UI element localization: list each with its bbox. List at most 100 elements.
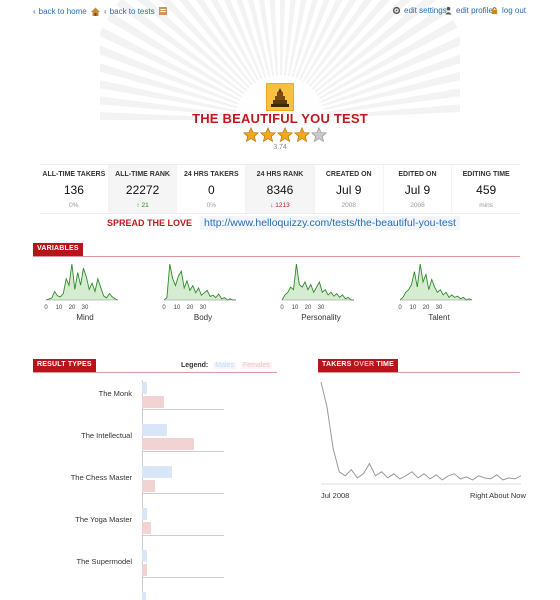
sunburst-ray: [210, 0, 280, 120]
star-filled-icon[interactable]: [294, 127, 310, 143]
stat-cell: EDITING TIME 459 mins: [451, 165, 520, 213]
result-baseline: [142, 535, 224, 536]
result-types-divider: [33, 372, 277, 373]
male-bar: [142, 466, 173, 478]
sunburst-ray: [280, 5, 449, 120]
histogram-tick-label: 30: [318, 305, 325, 311]
male-bar: [142, 508, 147, 520]
male-bar: [142, 424, 168, 436]
takers-line: [320, 381, 522, 481]
log-out-link[interactable]: log out: [490, 6, 526, 15]
stat-subtext: ↓ 1213: [270, 202, 290, 209]
trophy-icon: [266, 83, 294, 111]
share-url-link[interactable]: http://www.helloquizzy.com/tests/the-bea…: [200, 216, 460, 230]
legend-males: Males: [213, 362, 236, 369]
stat-subtext: mins: [479, 202, 494, 209]
star-filled-icon[interactable]: [243, 127, 259, 143]
stat-label: EDITING TIME: [462, 171, 510, 178]
histogram-tick-label: 30: [436, 305, 443, 311]
rating-value: 3.74: [273, 144, 287, 151]
sunburst-ray: [106, 12, 280, 121]
male-bar: [142, 382, 147, 394]
legend: Legend: Males Females: [181, 362, 272, 369]
female-bar: [142, 522, 152, 534]
stat-label: ALL-TIME RANK: [115, 171, 170, 178]
stat-label: 24 HRS RANK: [256, 171, 304, 178]
sunburst-ray: [280, 20, 458, 120]
histogram-tick-label: 0: [398, 305, 402, 311]
stat-subtext: 2008: [341, 202, 356, 209]
result-baseline: [142, 409, 224, 410]
male-bar: [142, 592, 147, 600]
stat-value: 459: [476, 183, 497, 197]
result-baseline: [142, 493, 224, 494]
female-bar: [142, 396, 165, 408]
star-empty-icon[interactable]: [311, 127, 327, 143]
time-axis-start: Jul 2008: [321, 491, 350, 500]
stat-value: 8346: [266, 183, 294, 197]
histogram-tick-label: 0: [44, 305, 48, 311]
takers-over-time-heading: TAKERS OVER TIME: [318, 359, 398, 372]
stat-value: 136: [63, 183, 84, 197]
stat-cell: ALL-TIME TAKERS 136 0%: [40, 165, 108, 213]
takers-divider: [318, 372, 520, 373]
home-icon: [90, 7, 100, 16]
back-to-home-link[interactable]: ‹ back to home: [33, 6, 101, 17]
sunburst-ray: [136, 0, 280, 120]
stat-cell: ALL-TIME RANK 22272 ↑ 21: [107, 165, 177, 213]
histogram-tick-label: 10: [410, 305, 417, 311]
tests-icon: [158, 7, 167, 15]
lock-icon: [491, 7, 498, 15]
stat-cell: CREATED ON Jul 9 2008: [313, 165, 383, 213]
legend-title: Legend:: [181, 362, 209, 369]
stat-value: Jul 9: [336, 183, 362, 197]
edit-settings-link[interactable]: edit settings: [392, 6, 447, 15]
variable-label: Personality: [301, 313, 341, 322]
sunburst-ray: [280, 0, 437, 120]
gear-icon: [392, 6, 401, 15]
stat-subtext: 0%: [206, 202, 216, 209]
female-bar: [142, 564, 147, 576]
result-type-label: The Intellectual: [81, 431, 132, 440]
stats-bar: ALL-TIME TAKERS 136 0% ALL-TIME RANK 22272 ↑ …: [40, 164, 520, 214]
histogram-tick-label: 30: [200, 305, 207, 311]
star-rating[interactable]: [243, 127, 327, 143]
histogram-tick-label: 20: [305, 305, 312, 311]
sunburst-ray: [100, 27, 280, 120]
female-bar: [142, 480, 156, 492]
histogram-tick-label: 20: [423, 305, 430, 311]
sunburst-ray: [179, 0, 280, 120]
histogram-tick-label: 20: [69, 305, 76, 311]
sunburst-ray: [280, 0, 373, 120]
stat-cell: 24 HRS TAKERS 0 0%: [176, 165, 245, 213]
sunburst-ray: [280, 0, 411, 120]
time-axis-end: Right About Now: [470, 491, 526, 500]
stat-value: Jul 9: [404, 183, 431, 197]
stat-label: ALL-TIME TAKERS: [42, 171, 106, 178]
result-baseline: [142, 451, 224, 452]
back-to-tests-link[interactable]: ‹ back to tests: [104, 6, 168, 16]
female-bar: [142, 438, 194, 450]
result-type-label: The Monk: [98, 389, 132, 398]
stat-subtext: 0%: [69, 202, 79, 209]
edit-profile-link[interactable]: edit profile: [444, 6, 493, 15]
result-type-label: The Yoga Master: [75, 515, 132, 524]
histogram-area: [282, 264, 354, 300]
histogram-tick-label: 20: [187, 305, 194, 311]
male-bar: [142, 550, 147, 562]
sunburst-ray: [100, 45, 280, 120]
sunburst-ray: [280, 54, 460, 120]
result-types-heading: RESULT TYPES: [33, 359, 96, 372]
star-filled-icon[interactable]: [260, 127, 276, 143]
variable-label: Talent: [428, 313, 450, 322]
histogram-area: [164, 264, 236, 300]
heading-word-over: OVER: [353, 361, 375, 368]
spread-label: SPREAD THE LOVE: [107, 218, 193, 228]
star-filled-icon[interactable]: [277, 127, 293, 143]
sunburst-ray: [280, 36, 460, 120]
heading-word-time: TIME: [376, 361, 394, 368]
takers-over-time-chart: [320, 381, 522, 485]
stat-cell: EDITED ON Jul 9 2008: [382, 165, 452, 213]
histogram-tick-label: 10: [174, 305, 181, 311]
stat-value: 22272: [125, 183, 160, 197]
